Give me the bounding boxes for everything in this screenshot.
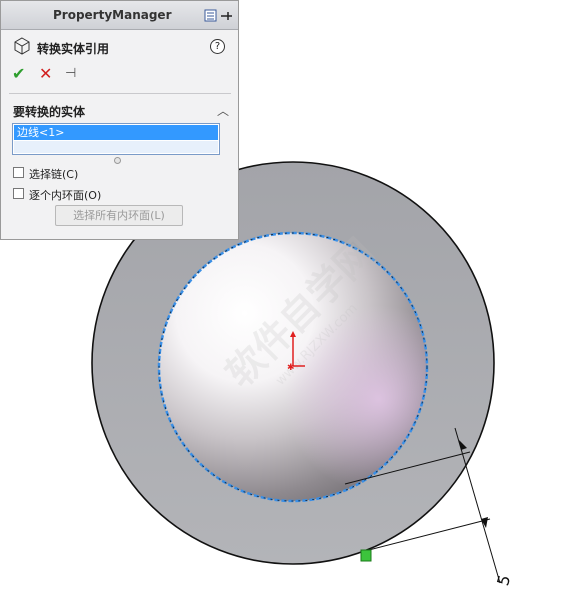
select-chain-checkbox[interactable] <box>13 167 24 178</box>
panel-header-icons[interactable] <box>204 9 234 26</box>
entities-selection-box[interactable]: 边线<1> <box>12 123 220 155</box>
convert-entities-icon <box>13 37 31 57</box>
cancel-button[interactable]: ✕ <box>39 65 52 83</box>
panel-header: PropertyManager <box>1 1 238 30</box>
inner-loops-checkbox[interactable] <box>13 188 24 199</box>
svg-text:✱: ✱ <box>287 363 295 373</box>
divider <box>9 93 231 94</box>
ok-button[interactable]: ✔ <box>12 65 25 83</box>
select-chain-label[interactable]: 选择链(C) <box>29 166 78 182</box>
select-all-inner-loops-button[interactable]: 选择所有内环面(L) <box>55 205 183 226</box>
property-manager-panel: PropertyManager 转换实体引用 ? ✔ ✕ ⊣ 要转换的实体 ︿ … <box>0 0 239 240</box>
list-resize-handle[interactable] <box>114 157 121 164</box>
pin-button[interactable]: ⊣ <box>65 65 76 83</box>
inner-loops-label[interactable]: 逐个内环面(O) <box>29 187 101 203</box>
group-title-entities: 要转换的实体 <box>13 105 86 119</box>
selection-item[interactable]: 边线<1> <box>14 125 218 140</box>
help-icon[interactable]: ? <box>210 39 225 54</box>
collapse-chevron-icon[interactable]: ︿ <box>217 102 229 119</box>
edge-endpoint-marker[interactable] <box>360 549 372 562</box>
dimension-value: 5 <box>493 573 514 588</box>
selection-empty-row[interactable] <box>14 141 218 153</box>
feature-title: 转换实体引用 <box>37 42 110 56</box>
panel-title: PropertyManager <box>53 8 172 22</box>
